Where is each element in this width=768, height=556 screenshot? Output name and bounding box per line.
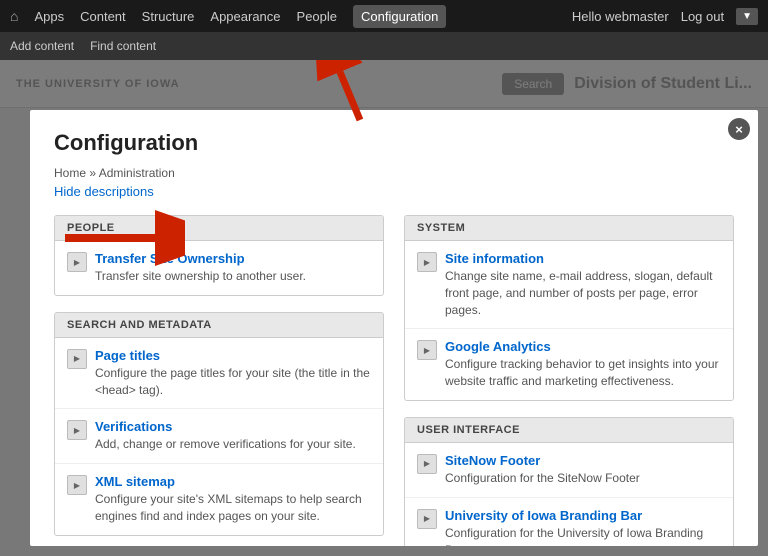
greeting-text: Hello webmaster (572, 9, 669, 24)
sitenow-footer-icon (417, 454, 437, 474)
sitenow-footer-item: SiteNow Footer Configuration for the Sit… (405, 443, 733, 498)
user-interface-section: USER INTERFACE SiteNow Footer Configurat… (404, 417, 734, 546)
search-metadata-header: SEARCH AND METADATA (55, 313, 383, 338)
iowa-branding-icon (417, 509, 437, 529)
page-titles-icon (67, 349, 87, 369)
sub-navigation: Add content Find content (0, 32, 768, 60)
site-information-link[interactable]: Site information (445, 251, 544, 266)
modal-title: Configuration (54, 130, 734, 156)
close-button[interactable]: × (728, 118, 750, 140)
search-metadata-section: SEARCH AND METADATA Page titles Configur… (54, 312, 384, 536)
xml-sitemap-desc: Configure your site's XML sitemaps to he… (95, 491, 371, 525)
google-analytics-desc: Configure tracking behavior to get insig… (445, 356, 721, 390)
google-analytics-icon (417, 340, 437, 360)
nav-content[interactable]: Content (80, 9, 126, 24)
logout-link[interactable]: Log out (681, 9, 724, 24)
sitenow-footer-desc: Configuration for the SiteNow Footer (445, 470, 640, 487)
dropdown-icon[interactable]: ▼ (736, 8, 758, 25)
home-icon[interactable]: ⌂ (10, 8, 18, 24)
breadcrumb-admin[interactable]: Administration (99, 166, 175, 180)
xml-sitemap-icon (67, 475, 87, 495)
nav-configuration[interactable]: Configuration (353, 5, 446, 28)
verifications-item: Verifications Add, change or remove veri… (55, 409, 383, 464)
nav-apps[interactable]: Apps (34, 9, 64, 24)
add-content-link[interactable]: Add content (10, 39, 74, 53)
verifications-link[interactable]: Verifications (95, 419, 172, 434)
nav-right: Hello webmaster Log out ▼ (572, 8, 758, 25)
top-navigation: ⌂ Apps Content Structure Appearance Peop… (0, 0, 768, 32)
nav-people[interactable]: People (297, 9, 337, 24)
nav-appearance[interactable]: Appearance (210, 9, 280, 24)
user-interface-header: USER INTERFACE (405, 418, 733, 443)
xml-sitemap-link[interactable]: XML sitemap (95, 474, 175, 489)
system-section: SYSTEM Site information Change site name… (404, 215, 734, 401)
site-information-desc: Change site name, e-mail address, slogan… (445, 268, 721, 318)
google-analytics-link[interactable]: Google Analytics (445, 339, 551, 354)
site-information-icon (417, 252, 437, 272)
xml-sitemap-item: XML sitemap Configure your site's XML si… (55, 464, 383, 535)
transfer-arrow (55, 208, 185, 268)
background-page: The University of Iowa Search Division o… (0, 60, 768, 556)
page-titles-item: Page titles Configure the page titles fo… (55, 338, 383, 410)
iowa-branding-item: University of Iowa Branding Bar Configur… (405, 498, 733, 546)
breadcrumb: Home » Administration (54, 166, 734, 180)
verifications-icon (67, 420, 87, 440)
breadcrumb-home[interactable]: Home (54, 166, 86, 180)
configuration-modal: × Configuration Home » Administration Hi… (30, 110, 758, 546)
site-information-item: Site information Change site name, e-mai… (405, 241, 733, 329)
google-analytics-item: Google Analytics Configure tracking beha… (405, 329, 733, 400)
nav-structure[interactable]: Structure (142, 9, 195, 24)
iowa-branding-link[interactable]: University of Iowa Branding Bar (445, 508, 642, 523)
system-section-header: SYSTEM (405, 216, 733, 241)
sitenow-footer-link[interactable]: SiteNow Footer (445, 453, 540, 468)
breadcrumb-separator: » (89, 166, 96, 180)
right-column: SYSTEM Site information Change site name… (404, 215, 734, 546)
iowa-branding-desc: Configuration for the University of Iowa… (445, 525, 721, 546)
config-nav-arrow (310, 60, 390, 125)
hide-descriptions-link[interactable]: Hide descriptions (54, 184, 154, 199)
page-titles-link[interactable]: Page titles (95, 348, 160, 363)
find-content-link[interactable]: Find content (90, 39, 156, 53)
transfer-ownership-desc: Transfer site ownership to another user. (95, 268, 306, 285)
page-titles-desc: Configure the page titles for your site … (95, 365, 371, 399)
verifications-desc: Add, change or remove verifications for … (95, 436, 356, 453)
